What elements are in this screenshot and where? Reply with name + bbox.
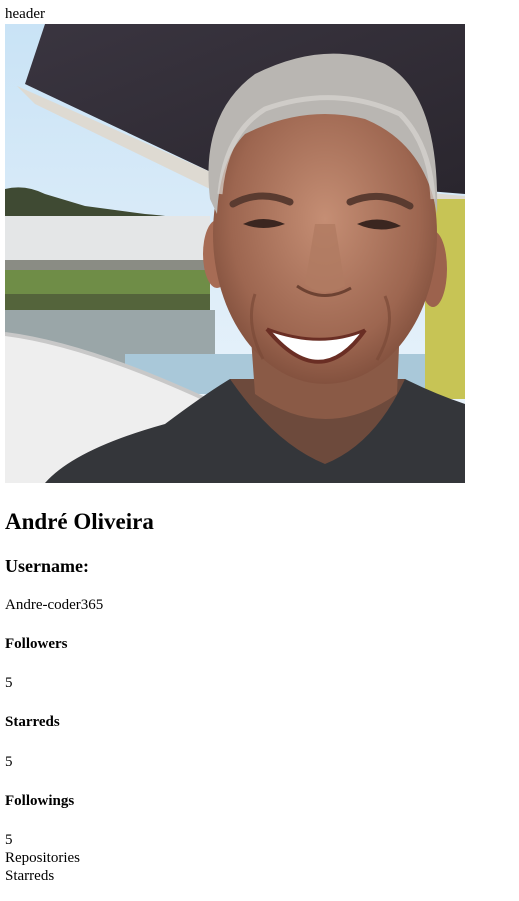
starreds-label: Starreds [5, 714, 60, 730]
followings-count: 5 [5, 832, 13, 848]
followers-count: 5 [5, 675, 13, 691]
profile-name: André Oliveira [5, 509, 154, 534]
profile-avatar-image [5, 24, 465, 483]
username-label: Username: [5, 556, 89, 576]
starreds-count: 5 [5, 754, 13, 770]
followers-label: Followers [5, 636, 68, 652]
header: header [5, 6, 45, 22]
nav-link-repositories[interactable]: Repositories [5, 849, 80, 867]
username-value: Andre-coder365 [5, 597, 104, 613]
nav-link-starreds[interactable]: Starreds [5, 867, 54, 885]
followings-label: Followings [5, 793, 75, 809]
